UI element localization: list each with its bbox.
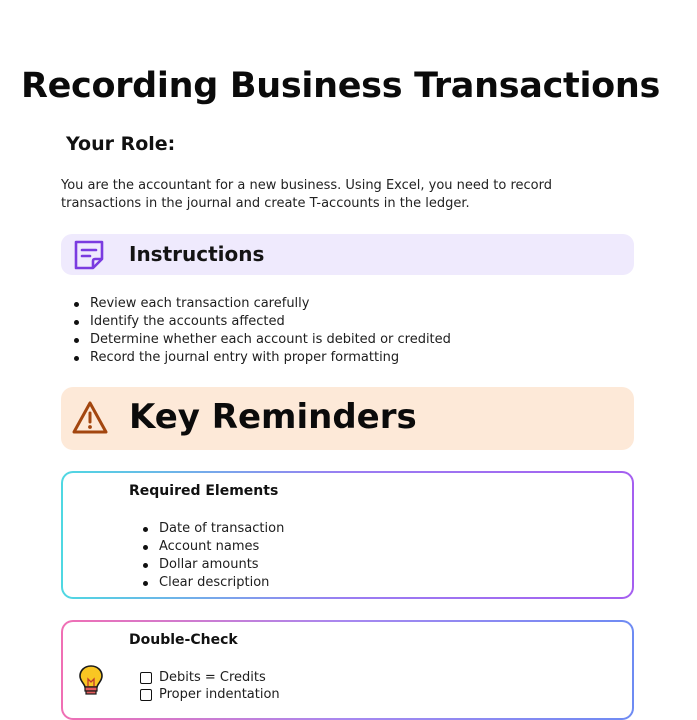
checklist-item[interactable]: Debits = Credits: [139, 669, 280, 686]
checkbox[interactable]: [140, 672, 152, 684]
key-reminders-heading: Key Reminders: [129, 397, 417, 437]
checklist-label: Debits = Credits: [159, 670, 266, 685]
key-reminders-banner: Key Reminders: [61, 387, 634, 450]
instructions-heading: Instructions: [129, 242, 265, 266]
list-item: Record the journal entry with proper for…: [74, 349, 451, 367]
required-elements-list: Date of transaction Account names Dollar…: [143, 520, 284, 592]
list-item: Dollar amounts: [143, 556, 284, 574]
required-elements-title: Required Elements: [129, 483, 279, 499]
double-check-card: Double-Check Debits = Credits Proper ind…: [61, 620, 634, 720]
role-heading: Your Role:: [66, 133, 176, 155]
double-check-title: Double-Check: [129, 632, 238, 648]
lightbulb-icon: [79, 665, 103, 695]
page-title: Recording Business Transactions: [20, 66, 661, 106]
required-elements-card: Required Elements Date of transaction Ac…: [61, 471, 634, 599]
checkbox[interactable]: [140, 689, 152, 701]
list-item: Clear description: [143, 574, 284, 592]
instructions-list: Review each transaction carefully Identi…: [74, 295, 451, 367]
list-item: Determine whether each account is debite…: [74, 331, 451, 349]
list-item: Review each transaction carefully: [74, 295, 451, 313]
sticky-note-icon: [74, 240, 104, 270]
list-item: Account names: [143, 538, 284, 556]
instructions-banner: Instructions: [61, 234, 634, 275]
page: Recording Business Transactions Your Rol…: [0, 0, 697, 718]
role-description: You are the accountant for a new busines…: [61, 178, 552, 211]
list-item: Identify the accounts affected: [74, 313, 451, 331]
warning-icon: [72, 401, 108, 434]
list-item: Date of transaction: [143, 520, 284, 538]
double-check-list: Debits = Credits Proper indentation: [139, 669, 280, 703]
